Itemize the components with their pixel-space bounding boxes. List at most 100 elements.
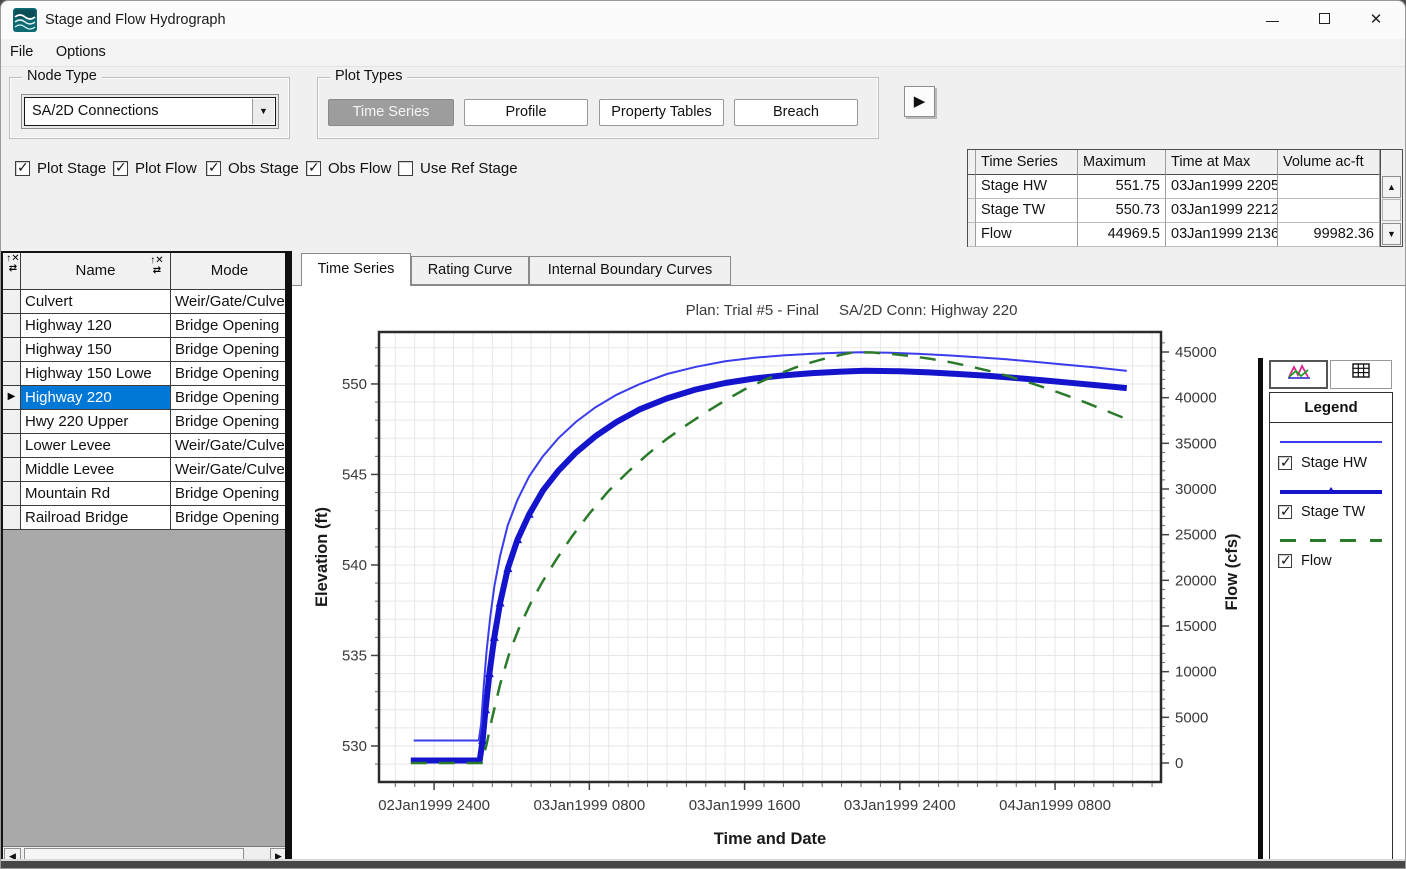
legend-table-view-button[interactable] bbox=[1330, 360, 1392, 389]
maximize-button[interactable] bbox=[1301, 1, 1347, 39]
node-table-header: ↑✕⇄ Name ↑✕⇄ Mode bbox=[3, 253, 288, 290]
node-name-cell[interactable]: Culvert bbox=[21, 290, 171, 314]
scroll-up-icon[interactable]: ▲ bbox=[1382, 176, 1401, 198]
summary-cell[interactable]: 03Jan1999 2136 bbox=[1166, 223, 1278, 247]
node-name-cell[interactable]: Lower Levee bbox=[21, 434, 171, 458]
node-name-cell[interactable]: Hwy 220 Upper bbox=[21, 410, 171, 434]
summary-cell[interactable]: Stage TW bbox=[976, 199, 1078, 223]
legend-line-sample bbox=[1280, 488, 1382, 495]
plot-type-profile-button[interactable]: Profile bbox=[464, 99, 588, 126]
node-mode-cell[interactable]: Weir/Gate/Culve bbox=[171, 434, 288, 458]
table-row[interactable]: Highway 150Bridge Opening bbox=[3, 338, 288, 362]
summary-cell[interactable] bbox=[968, 199, 976, 223]
sort-icon[interactable]: ↑✕⇄ bbox=[146, 256, 168, 276]
node-table-rows: CulvertWeir/Gate/CulveHighway 120Bridge … bbox=[3, 290, 288, 530]
summary-cell[interactable] bbox=[1278, 199, 1380, 223]
scroll-down-icon[interactable]: ▼ bbox=[1382, 223, 1401, 245]
tab-time-series[interactable]: Time Series bbox=[301, 253, 411, 286]
node-col-mode[interactable]: Mode bbox=[171, 253, 288, 289]
legend-splitter[interactable] bbox=[1258, 358, 1263, 869]
node-header-gutter: ↑✕⇄ bbox=[3, 253, 21, 289]
menu-file[interactable]: File bbox=[1, 39, 42, 67]
window-title: Stage and Flow Hydrograph bbox=[45, 1, 226, 39]
summary-table: Time Series Maximum Time at Max Volume a… bbox=[967, 149, 1403, 247]
legend-checkbox[interactable]: ✓ bbox=[1278, 456, 1292, 470]
summary-cell[interactable]: 03Jan1999 2205 bbox=[1166, 175, 1278, 199]
row-marker bbox=[3, 410, 21, 434]
node-name-cell[interactable]: Highway 220 bbox=[21, 386, 171, 410]
use-ref-stage-checkbox[interactable]: ✓Use Ref Stage bbox=[398, 160, 518, 178]
node-name-cell[interactable]: Middle Levee bbox=[21, 458, 171, 482]
plot-type-breach-button[interactable]: Breach bbox=[734, 99, 858, 126]
node-mode-cell[interactable]: Bridge Opening bbox=[171, 506, 288, 530]
summary-cell[interactable]: 03Jan1999 2212 bbox=[1166, 199, 1278, 223]
summary-col-maximum: Maximum bbox=[1078, 150, 1166, 175]
svg-text:03Jan1999 2400: 03Jan1999 2400 bbox=[844, 797, 956, 814]
summary-scrollbar[interactable]: ▲ ▼ bbox=[1380, 150, 1402, 246]
node-type-label: Node Type bbox=[22, 68, 102, 84]
obs-stage-checkbox[interactable]: ✓Obs Stage bbox=[206, 160, 299, 178]
summary-cell[interactable]: 99982.36 bbox=[1278, 223, 1380, 247]
node-mode-cell[interactable]: Bridge Opening bbox=[171, 410, 288, 434]
menu-options[interactable]: Options bbox=[47, 39, 115, 67]
summary-cell[interactable] bbox=[1278, 175, 1380, 199]
node-mode-cell[interactable]: Weir/Gate/Culve bbox=[171, 458, 288, 482]
svg-text:Plan: Trial #5 - Final: Plan: Trial #5 - Final bbox=[686, 302, 819, 319]
node-mode-cell[interactable]: Bridge Opening bbox=[171, 362, 288, 386]
plot-type-property-tables-button[interactable]: Property Tables bbox=[599, 99, 724, 126]
table-row[interactable]: Highway 150 LoweBridge Opening bbox=[3, 362, 288, 386]
legend-label: Flow bbox=[1301, 553, 1332, 569]
plot-flow-checkbox[interactable]: ✓Plot Flow bbox=[113, 160, 197, 178]
svg-text:Flow (cfs): Flow (cfs) bbox=[1223, 534, 1241, 611]
summary-cell[interactable]: Flow bbox=[976, 223, 1078, 247]
table-row[interactable]: CulvertWeir/Gate/Culve bbox=[3, 290, 288, 314]
minimize-button[interactable] bbox=[1249, 1, 1295, 39]
svg-text:SA/2D Conn: Highway 220: SA/2D Conn: Highway 220 bbox=[839, 302, 1017, 319]
node-mode-cell[interactable]: Bridge Opening bbox=[171, 338, 288, 362]
chart-icon bbox=[1288, 363, 1310, 379]
node-mode-cell[interactable]: Weir/Gate/Culve bbox=[171, 290, 288, 314]
legend-checkbox[interactable]: ✓ bbox=[1278, 554, 1292, 568]
summary-cell[interactable]: 550.73 bbox=[1078, 199, 1166, 223]
svg-text:540: 540 bbox=[342, 557, 367, 574]
node-name-cell[interactable]: Highway 120 bbox=[21, 314, 171, 338]
summary-cell[interactable] bbox=[968, 175, 976, 199]
node-name-cell[interactable]: Railroad Bridge bbox=[21, 506, 171, 530]
tab-rating-curve[interactable]: Rating Curve bbox=[411, 256, 529, 285]
summary-cell[interactable]: Stage HW bbox=[976, 175, 1078, 199]
legend-checkbox[interactable]: ✓ bbox=[1278, 505, 1292, 519]
node-name-cell[interactable]: Mountain Rd bbox=[21, 482, 171, 506]
table-row[interactable]: Middle LeveeWeir/Gate/Culve bbox=[3, 458, 288, 482]
panel-splitter[interactable] bbox=[285, 251, 292, 863]
table-row[interactable]: ▶Highway 220Bridge Opening bbox=[3, 386, 288, 410]
summary-cell[interactable] bbox=[968, 223, 976, 247]
row-marker bbox=[3, 506, 21, 530]
chevron-down-icon[interactable]: ▼ bbox=[252, 99, 274, 124]
obs-flow-checkbox[interactable]: ✓Obs Flow bbox=[306, 160, 391, 178]
svg-text:03Jan1999 1600: 03Jan1999 1600 bbox=[689, 797, 801, 814]
node-name-cell[interactable]: Highway 150 Lowe bbox=[21, 362, 171, 386]
table-row[interactable]: Highway 120Bridge Opening bbox=[3, 314, 288, 338]
table-row[interactable]: Railroad BridgeBridge Opening bbox=[3, 506, 288, 530]
node-name-cell[interactable]: Highway 150 bbox=[21, 338, 171, 362]
tab-internal-boundary-curves[interactable]: Internal Boundary Curves bbox=[529, 256, 731, 285]
close-button[interactable]: ✕ bbox=[1353, 1, 1399, 39]
summary-cell[interactable]: 551.75 bbox=[1078, 175, 1166, 199]
table-row[interactable]: Hwy 220 UpperBridge Opening bbox=[3, 410, 288, 434]
animate-button[interactable]: ▶ bbox=[904, 86, 935, 117]
plot-stage-checkbox[interactable]: ✓Plot Stage bbox=[15, 160, 106, 178]
svg-text:0: 0 bbox=[1175, 755, 1183, 772]
plot-type-time-series-button[interactable]: Time Series bbox=[328, 99, 454, 126]
node-mode-cell[interactable]: Bridge Opening bbox=[171, 482, 288, 506]
table-row[interactable]: Mountain RdBridge Opening bbox=[3, 482, 288, 506]
node-mode-cell[interactable]: Bridge Opening bbox=[171, 314, 288, 338]
summary-scroll-thumb[interactable] bbox=[1382, 199, 1401, 221]
summary-cell[interactable]: 44969.5 bbox=[1078, 223, 1166, 247]
hydrograph-plot[interactable]: 02Jan1999 240003Jan1999 080003Jan1999 16… bbox=[297, 288, 1255, 862]
table-row[interactable]: Lower LeveeWeir/Gate/Culve bbox=[3, 434, 288, 458]
node-col-name[interactable]: Name ↑✕⇄ bbox=[21, 253, 171, 289]
legend-panel: Legend ✓Stage HW✓Stage TW✓Flow bbox=[1269, 392, 1393, 869]
node-mode-cell[interactable]: Bridge Opening bbox=[171, 386, 288, 410]
node-type-dropdown[interactable]: SA/2D Connections ▼ bbox=[24, 97, 276, 126]
legend-chart-view-button[interactable] bbox=[1269, 360, 1328, 389]
